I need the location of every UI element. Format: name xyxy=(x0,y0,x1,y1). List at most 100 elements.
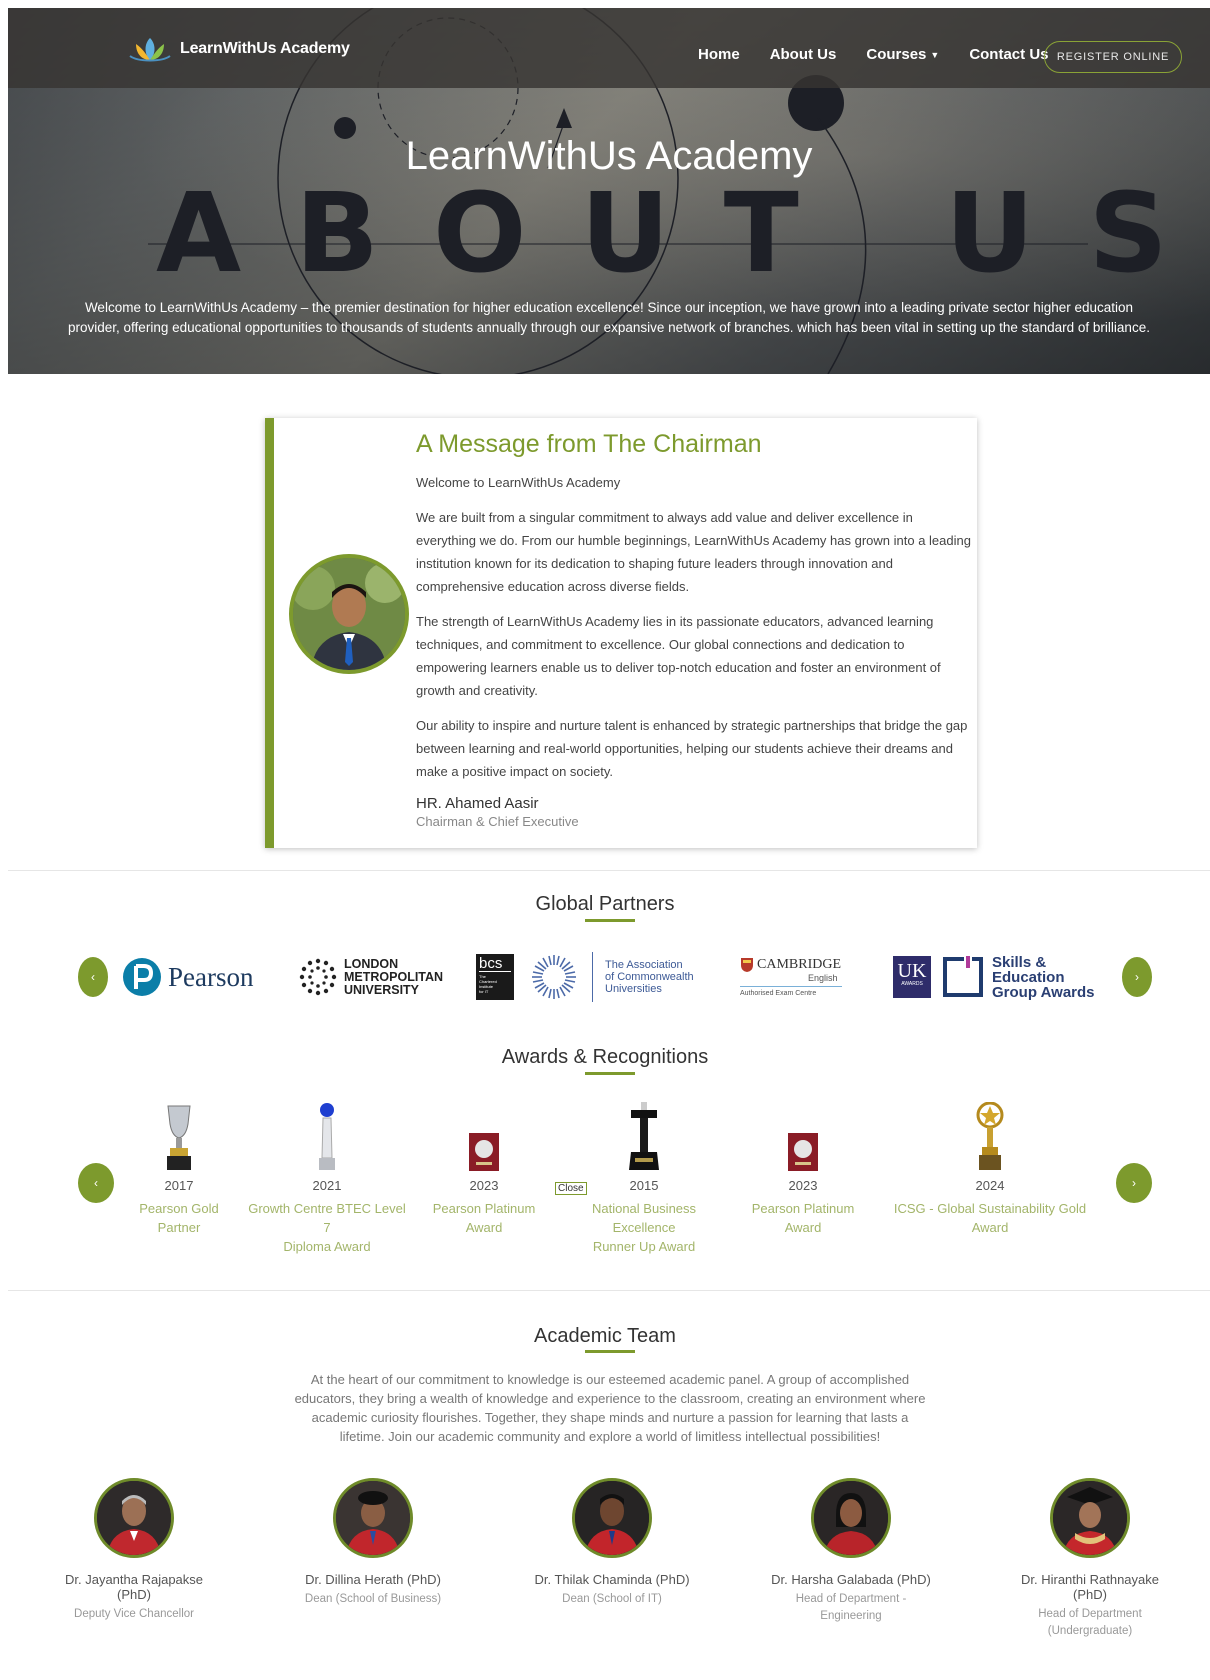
london-met-line: METROPOLITAN xyxy=(344,969,444,984)
nav-courses[interactable]: Courses ▼ xyxy=(866,46,939,63)
pearson-wordmark: Pearson xyxy=(168,961,254,992)
member-role: Deputy Vice Chancellor xyxy=(74,1608,194,1620)
award-item[interactable]: 2023 Pearson Platinum Award xyxy=(404,1100,564,1237)
member-role: Head of Department (Undergraduate) xyxy=(1038,1608,1142,1637)
award-year: 2021 xyxy=(312,1178,342,1193)
brand[interactable]: LearnWithUs Academy xyxy=(128,34,350,64)
partner-acu[interactable]: The Association of Commonwealth Universi… xyxy=(528,952,694,1002)
member-name: Dr. Hiranthi Rathnayake (PhD) xyxy=(1020,1572,1159,1602)
award-name: ICSG - Global Sustainability Gold Award xyxy=(893,1201,1087,1235)
skills-line: Group Awards xyxy=(992,983,1095,1001)
team-member[interactable]: Dr. Hiranthi Rathnayake (PhD) Head of De… xyxy=(980,1478,1200,1640)
chairman-avatar xyxy=(289,554,409,674)
chairman-paragraph: We are built from a singular commitment … xyxy=(416,510,971,594)
uk-awards-wordmark: UK xyxy=(897,960,927,982)
person-icon xyxy=(575,1481,649,1555)
london-met-logo-icon xyxy=(299,958,337,996)
skills-education-wordmark: Skills & Education Group Awards xyxy=(992,955,1095,1000)
award-year: 2023 xyxy=(469,1178,499,1193)
acu-divider xyxy=(592,952,593,1002)
member-avatar xyxy=(572,1478,652,1558)
nav-links: Home About Us Courses ▼ Contact Us xyxy=(698,46,1049,63)
member-name: Dr. Jayantha Rajapakse (PhD) xyxy=(64,1572,204,1602)
chairman-message-body: A Message from The Chairman Welcome to L… xyxy=(416,430,974,829)
hero-banner: LearnWithUs Academy Home About Us Course… xyxy=(8,8,1210,374)
member-name: Dr. Thilak Chaminda (PhD) xyxy=(534,1572,690,1587)
pillar-trophy-icon xyxy=(564,1100,724,1172)
crystal-trophy-icon xyxy=(247,1100,407,1172)
award-year: 2015 xyxy=(629,1178,659,1193)
partners-title: Global Partners xyxy=(535,893,675,915)
top-navbar: LearnWithUs Academy Home About Us Course… xyxy=(8,8,1210,88)
cambridge-note: Authorised Exam Centre xyxy=(740,990,817,997)
chairman-greeting: Welcome to LearnWithUs Academy xyxy=(416,475,621,490)
partner-bcs[interactable]: bcs The Chartered Institute for IT xyxy=(476,952,514,1002)
pearson-logo-icon xyxy=(123,958,161,996)
bcs-subtitle-line: for IT xyxy=(479,989,489,994)
award-item[interactable]: 2021 Growth Centre BTEC Level 7 Diploma … xyxy=(247,1100,407,1256)
team-member[interactable]: Dr. Harsha Galabada (PhD) Head of Depart… xyxy=(741,1478,961,1625)
nav-home[interactable]: Home xyxy=(698,46,740,63)
member-avatar xyxy=(811,1478,891,1558)
plaque-icon xyxy=(723,1100,883,1172)
award-year: 2024 xyxy=(975,1178,1005,1193)
bcs-subtitle: The Chartered Institute for IT xyxy=(479,974,511,994)
chevron-down-icon: ▼ xyxy=(930,50,940,61)
partners-title-underline xyxy=(585,919,635,922)
brand-name: LearnWithUs Academy xyxy=(180,40,350,57)
member-role: Dean (School of Business) xyxy=(304,1593,442,1605)
team-member[interactable]: Dr. Jayantha Rajapakse (PhD) Deputy Vice… xyxy=(24,1478,244,1623)
plaque-icon xyxy=(404,1100,564,1172)
member-avatar xyxy=(333,1478,413,1558)
nav-courses-label: Courses xyxy=(866,46,927,63)
member-avatar xyxy=(1050,1478,1130,1558)
skills-line: Education xyxy=(992,968,1065,986)
awards-next-button[interactable]: › xyxy=(1116,1163,1152,1203)
award-name: National Business Excellence Runner Up A… xyxy=(591,1201,697,1254)
award-name: Pearson Platinum Award xyxy=(751,1201,855,1235)
team-member[interactable]: Dr. Dillina Herath (PhD) Dean (School of… xyxy=(263,1478,483,1608)
cambridge-english: English xyxy=(808,973,838,983)
person-icon xyxy=(814,1481,888,1555)
trophy-cup-icon xyxy=(99,1100,259,1172)
chairman-paragraph: Our ability to inspire and nurture talen… xyxy=(416,718,968,779)
skills-line: Skills & xyxy=(992,953,1047,971)
award-item[interactable]: 2015 National Business Excellence Runner… xyxy=(564,1100,724,1256)
partners-next-button[interactable]: › xyxy=(1122,957,1152,997)
partner-cambridge[interactable]: CAMBRIDGE English Authorised Exam Centre xyxy=(740,952,842,1002)
acu-line: The Association xyxy=(605,959,683,971)
partner-skills-education[interactable]: Skills & Education Group Awards xyxy=(942,952,1095,1002)
award-item[interactable]: 2024 ICSG - Global Sustainability Gold A… xyxy=(880,1100,1100,1237)
member-role: Dean (School of IT) xyxy=(562,1593,662,1605)
chairman-role: Chairman & Chief Executive xyxy=(416,814,579,829)
member-avatar xyxy=(94,1478,174,1558)
team-title-underline xyxy=(585,1350,635,1353)
cambridge-wordmark: CAMBRIDGE xyxy=(757,957,842,972)
award-item[interactable]: 2023 Pearson Platinum Award xyxy=(723,1100,883,1237)
bcs-wordmark: bcs xyxy=(479,956,511,972)
london-met-line: UNIVERSITY xyxy=(344,982,420,997)
partner-uk-awards[interactable]: UK AWARDS xyxy=(893,952,931,1002)
cambridge-rule xyxy=(740,986,842,987)
chairman-paragraph: The strength of LearnWithUs Academy lies… xyxy=(416,614,941,698)
register-online-button[interactable]: REGISTER ONLINE xyxy=(1044,41,1182,73)
team-member[interactable]: Dr. Thilak Chaminda (PhD) Dean (School o… xyxy=(502,1478,722,1608)
nav-contact[interactable]: Contact Us xyxy=(969,46,1048,63)
acu-line: of Commonwealth xyxy=(605,971,694,983)
london-met-wordmark: LONDON METROPOLITAN UNIVERSITY xyxy=(344,957,444,997)
chairman-name: HR. Ahamed Aasir xyxy=(416,795,539,812)
nav-about[interactable]: About Us xyxy=(770,46,837,63)
member-role: Head of Department - Engineering xyxy=(795,1593,907,1622)
member-name: Dr. Harsha Galabada (PhD) xyxy=(771,1572,931,1587)
award-year: 2017 xyxy=(164,1178,194,1193)
award-item[interactable]: 2017 Pearson Gold Partner xyxy=(99,1100,259,1237)
close-button[interactable]: Close xyxy=(555,1182,587,1195)
acu-line: Universities xyxy=(605,983,662,995)
partner-london-met[interactable]: LONDON METROPOLITAN UNIVERSITY xyxy=(298,952,443,1002)
partners-prev-button[interactable]: ‹ xyxy=(78,957,108,997)
awards-title: Awards & Recognitions xyxy=(501,1046,709,1068)
partner-pearson[interactable]: Pearson xyxy=(122,952,253,1002)
team-title: Academic Team xyxy=(534,1325,676,1347)
person-icon xyxy=(97,1481,171,1555)
award-name: Pearson Platinum Award xyxy=(432,1201,536,1235)
